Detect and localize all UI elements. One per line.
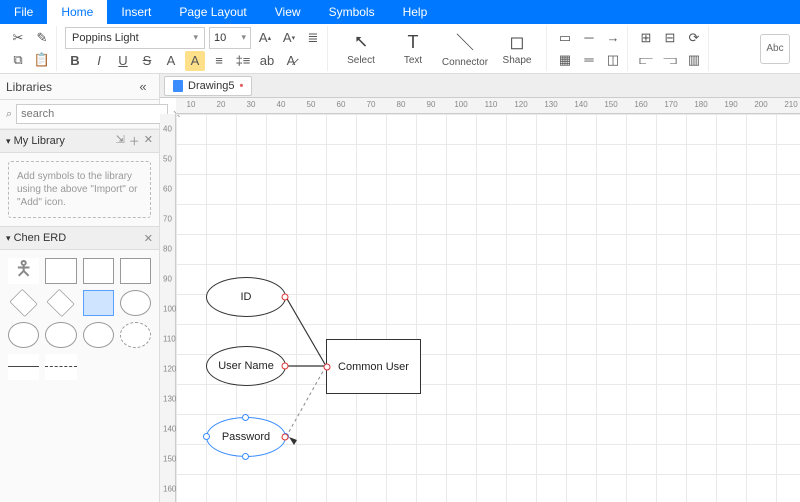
menu-help[interactable]: Help (389, 0, 442, 24)
ribbon: ✂ ✎ ⧉ 📋 Poppins Light▾ 10▾ A▴ A▾ ≣ B I U… (0, 24, 800, 74)
align-objects-icon[interactable]: ⫍ (636, 50, 656, 70)
close-chen-icon[interactable]: ✕ (144, 232, 153, 245)
line-spacing-icon[interactable]: ‡≡ (233, 51, 253, 71)
document-tab[interactable]: Drawing5 • (164, 76, 252, 96)
shadow-icon[interactable]: ◫ (603, 50, 623, 70)
shape-palette: 🯅 (0, 250, 159, 388)
text-direction-icon[interactable]: ab (257, 51, 277, 71)
menu-bar: File Home Insert Page Layout View Symbol… (0, 0, 800, 24)
node-password[interactable]: Password (206, 417, 286, 457)
menu-file[interactable]: File (0, 0, 47, 24)
library-hint: Add symbols to the library using the abo… (8, 161, 151, 218)
my-library-title: My Library (14, 135, 65, 147)
cut-icon[interactable]: ✂ (8, 28, 28, 48)
tool-connector[interactable]: ＼Connector (440, 26, 490, 71)
import-icon[interactable]: ⇲ (116, 133, 125, 149)
tool-text[interactable]: TText (388, 26, 438, 71)
search-input[interactable] (16, 104, 168, 124)
increase-font-icon[interactable]: A▴ (255, 28, 275, 48)
group-icon[interactable]: ⊞ (636, 28, 656, 48)
shape-line2[interactable] (45, 354, 76, 380)
bullets-icon[interactable]: ≣ (303, 28, 323, 48)
node-id[interactable]: ID (206, 277, 286, 317)
rotate-icon[interactable]: ⟳ (684, 28, 704, 48)
add-icon[interactable]: ＋ (129, 133, 140, 149)
shape-rect-selected[interactable] (83, 290, 114, 316)
search-icon: ⌕ (6, 108, 12, 121)
chen-erd-title: Chen ERD (14, 232, 67, 244)
underline-icon[interactable]: U (113, 51, 133, 71)
menu-symbols[interactable]: Symbols (315, 0, 389, 24)
format-painter-icon[interactable]: ✎ (32, 28, 52, 48)
menu-insert[interactable]: Insert (107, 0, 165, 24)
canvas[interactable]: ID User Name Password Common User (176, 114, 800, 502)
ungroup-icon[interactable]: ⊟ (660, 28, 680, 48)
shape-diamond2[interactable] (47, 289, 75, 317)
theme-preview[interactable]: Abc (760, 34, 790, 64)
italic-icon[interactable]: I (89, 51, 109, 71)
tool-select[interactable]: ⭦Select (336, 26, 386, 71)
shape-cloud[interactable] (120, 322, 151, 348)
shape-rect2[interactable] (83, 258, 114, 284)
tool-shape[interactable]: ◻Shape (492, 26, 542, 71)
canvas-area: Drawing5 • 10203040506070809010011012013… (160, 74, 800, 502)
shape-ellipse3[interactable] (45, 322, 76, 348)
align-icon[interactable]: ≡ (209, 51, 229, 71)
shape-ellipse4[interactable] (83, 322, 114, 348)
distribute-icon[interactable]: ⫎ (660, 50, 680, 70)
clear-format-icon[interactable]: A̷ (281, 51, 301, 71)
shape-line1[interactable] (8, 354, 39, 380)
shape-ellipse2[interactable] (8, 322, 39, 348)
line-style-icon[interactable]: ─ (579, 28, 599, 48)
unsaved-indicator: • (239, 80, 243, 92)
menu-home[interactable]: Home (47, 0, 107, 24)
paste-icon[interactable]: 📋 (32, 50, 52, 70)
shape-person[interactable]: 🯅 (8, 258, 39, 284)
close-section-icon[interactable]: ✕ (144, 133, 153, 149)
node-common-user[interactable]: Common User (326, 339, 421, 394)
font-size-select[interactable]: 10▾ (209, 27, 251, 49)
ruler-horizontal: 1020304050607080901001101201301401501601… (176, 98, 800, 114)
fill-icon[interactable]: ▭ (555, 28, 575, 48)
shape-ellipse1[interactable] (120, 290, 151, 316)
node-user-name[interactable]: User Name (206, 346, 286, 386)
line-weight-icon[interactable]: ═ (579, 50, 599, 70)
sidebar-title: Libraries (6, 80, 52, 94)
font-color-icon[interactable]: A (161, 51, 181, 71)
font-select[interactable]: Poppins Light▾ (65, 27, 205, 49)
collapse-sidebar-icon[interactable]: « (133, 77, 153, 97)
sidebar: Libraries « ⌕ ✕ ▾ My Library ⇲ ＋ ✕ Add s… (0, 74, 160, 502)
shape-rect3[interactable] (120, 258, 151, 284)
arrange-icon[interactable]: ▥ (684, 50, 704, 70)
shape-diamond1[interactable] (9, 289, 37, 317)
decrease-font-icon[interactable]: A▾ (279, 28, 299, 48)
copy-icon[interactable]: ⧉ (8, 50, 28, 70)
strike-icon[interactable]: S (137, 51, 157, 71)
document-icon (173, 80, 183, 92)
menu-view[interactable]: View (261, 0, 315, 24)
bold-icon[interactable]: B (65, 51, 85, 71)
shape-rect1[interactable] (45, 258, 76, 284)
fill-color-icon[interactable]: ▦ (555, 50, 575, 70)
ruler-vertical: 405060708090100110120130140150160170 (160, 114, 176, 502)
highlight-icon[interactable]: A (185, 51, 205, 71)
document-tab-label: Drawing5 (188, 80, 234, 92)
arrow-style-icon[interactable]: → (603, 28, 623, 48)
menu-page-layout[interactable]: Page Layout (165, 0, 260, 24)
